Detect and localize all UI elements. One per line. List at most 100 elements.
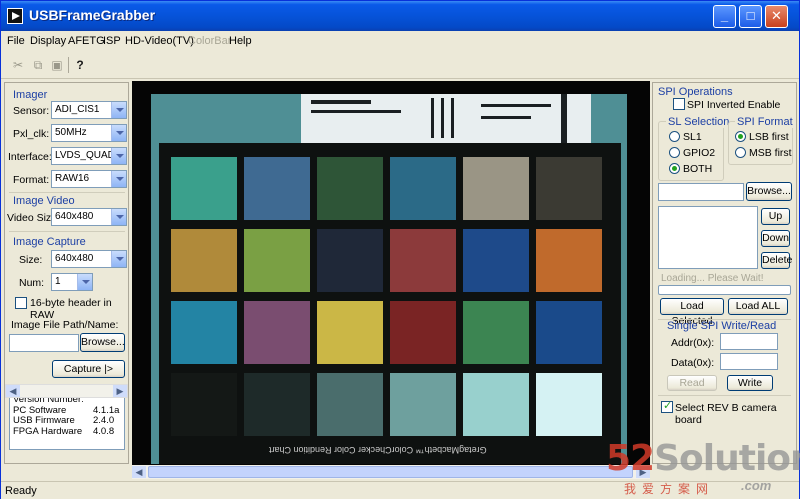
video-preview[interactable]: GretagMacbeth™ ColorChecker Color Rendit… (132, 81, 650, 471)
chevron-down-icon[interactable] (111, 251, 126, 267)
file-path-label: Image File Path/Name: (11, 319, 119, 331)
version-value: 4.0.8 (93, 425, 115, 437)
file-path-input[interactable] (9, 334, 79, 352)
addr-label: Addr(0x): (671, 337, 715, 349)
addr-input[interactable] (720, 333, 778, 350)
spi-inverted-checkbox[interactable] (673, 98, 685, 110)
video-size-select[interactable]: 640x480 (51, 208, 127, 226)
format-label: Format: (13, 174, 50, 186)
version-row-fpga: FPGA Hardware 4.0.8 (13, 425, 121, 438)
raw-header-label: 16-byte header in RAW (30, 297, 112, 321)
color-patch (390, 229, 456, 292)
gpio2-radio[interactable] (669, 147, 680, 158)
left-settings-panel: Imager Sensor: ADI_CIS1 Pxl_clk: 50MHz I… (4, 82, 129, 464)
color-patch (171, 301, 237, 364)
color-patch (390, 301, 456, 364)
sl-selection-title: SL Selection (666, 116, 732, 128)
resolution-target (301, 94, 591, 149)
raw-header-checkbox[interactable] (15, 297, 27, 309)
maximize-button[interactable]: □ (739, 5, 762, 28)
rev-b-checkbox[interactable] (661, 399, 673, 413)
app-icon (7, 8, 23, 24)
spi-browse-button[interactable]: Browse... (746, 182, 792, 201)
color-patch (244, 229, 310, 292)
menu-help[interactable]: Help (229, 35, 252, 47)
menu-hd-video[interactable]: HD-Video(TV) (125, 35, 194, 47)
chevron-down-icon[interactable] (77, 274, 92, 290)
pxl-clk-select[interactable]: 50MHz (51, 124, 127, 142)
both-label: BOTH (683, 163, 713, 175)
color-patch (317, 301, 383, 364)
msb-first-radio[interactable] (735, 147, 746, 158)
color-patch (536, 229, 602, 292)
menu-bar: File Display AFETG ISP HD-Video(TV) Colo… (1, 31, 799, 51)
write-button[interactable]: Write (727, 375, 773, 391)
spi-file-input[interactable] (658, 183, 744, 201)
capture-num-select[interactable]: 1 (51, 273, 93, 291)
chevron-down-icon[interactable] (111, 209, 126, 225)
color-patch (536, 301, 602, 364)
left-panel-scrollbar[interactable]: ◀ ▶ (5, 384, 128, 398)
load-all-button[interactable]: Load ALL (728, 298, 788, 315)
both-radio[interactable] (669, 163, 680, 174)
format-select-value: RAW16 (55, 173, 90, 184)
chevron-down-icon[interactable] (111, 148, 126, 164)
pxl-clk-label: Pxl_clk: (13, 128, 50, 140)
capture-browse-button[interactable]: Browse... (80, 333, 125, 352)
watermark-text: 52Solution (606, 438, 800, 479)
menu-colorbar[interactable]: ColorBar (188, 35, 231, 47)
loading-status: Loading... Please Wait! (661, 273, 764, 284)
minimize-button[interactable]: _ (713, 5, 736, 28)
video-size-select-value: 640x480 (55, 211, 94, 222)
read-button[interactable]: Read (667, 375, 717, 391)
capture-button[interactable]: Capture |> (52, 360, 125, 378)
sensor-select[interactable]: ADI_CIS1 (51, 101, 127, 119)
menu-file[interactable]: File (7, 35, 25, 47)
capture-size-select[interactable]: 640x480 (51, 250, 127, 268)
preview-scrollbar[interactable]: ◀ ▶ (132, 465, 650, 479)
move-down-button[interactable]: Down (761, 230, 790, 247)
color-patch (317, 157, 383, 220)
chevron-down-icon[interactable] (111, 125, 126, 141)
help-icon[interactable]: ? (73, 58, 87, 72)
format-select[interactable]: RAW16 (51, 170, 127, 188)
paste-icon[interactable]: ▣ (50, 58, 64, 72)
watermark-rest: olution (679, 438, 800, 479)
color-patch (463, 373, 529, 436)
cut-icon[interactable]: ✂ (11, 58, 25, 72)
spi-file-list[interactable] (658, 206, 758, 269)
data-input[interactable] (720, 353, 778, 370)
spi-panel: SPI Operations SPI Inverted Enable SL Se… (652, 82, 797, 464)
color-patch (317, 229, 383, 292)
scroll-left-icon[interactable]: ◀ (6, 385, 20, 397)
lsb-first-radio[interactable] (735, 131, 746, 142)
chevron-down-icon[interactable] (111, 102, 126, 118)
chart-caption: GretagMacbeth™ ColorChecker Color Rendit… (269, 445, 487, 455)
sl1-label: SL1 (683, 131, 702, 143)
version-value: 2.4.0 (93, 415, 115, 426)
move-up-button[interactable]: Up (761, 208, 790, 225)
title-bar[interactable]: USBFrameGrabber _ □ ✕ (1, 1, 799, 31)
app-window: USBFrameGrabber _ □ ✕ File Display AFETG… (0, 0, 800, 499)
copy-icon[interactable]: ⧉ (31, 58, 45, 72)
color-patch (317, 373, 383, 436)
chevron-down-icon[interactable] (111, 171, 126, 187)
sl1-radio[interactable] (669, 131, 680, 142)
scroll-right-icon[interactable]: ▶ (113, 385, 127, 397)
msb-first-label: MSB first (749, 147, 792, 159)
version-info: Version Number: PC Software 4.1.1a USB Fi… (9, 392, 125, 450)
close-button[interactable]: ✕ (765, 5, 788, 28)
divider (9, 231, 125, 232)
menu-display[interactable]: Display (30, 35, 66, 47)
load-selected-button[interactable]: Load Selected (660, 298, 724, 327)
spi-inverted-label: SPI Inverted Enable (687, 99, 781, 111)
capture-num-select-value: 1 (55, 276, 61, 287)
scroll-thumb[interactable] (148, 466, 633, 478)
data-label: Data(0x): (671, 357, 715, 369)
menu-afetg[interactable]: AFETG (68, 35, 105, 47)
menu-isp[interactable]: ISP (103, 35, 121, 47)
capture-size-label: Size: (19, 254, 43, 266)
scroll-left-icon[interactable]: ◀ (132, 466, 146, 478)
interface-select[interactable]: LVDS_QUAD_0 (51, 147, 127, 165)
delete-button[interactable]: Delete (761, 252, 792, 269)
